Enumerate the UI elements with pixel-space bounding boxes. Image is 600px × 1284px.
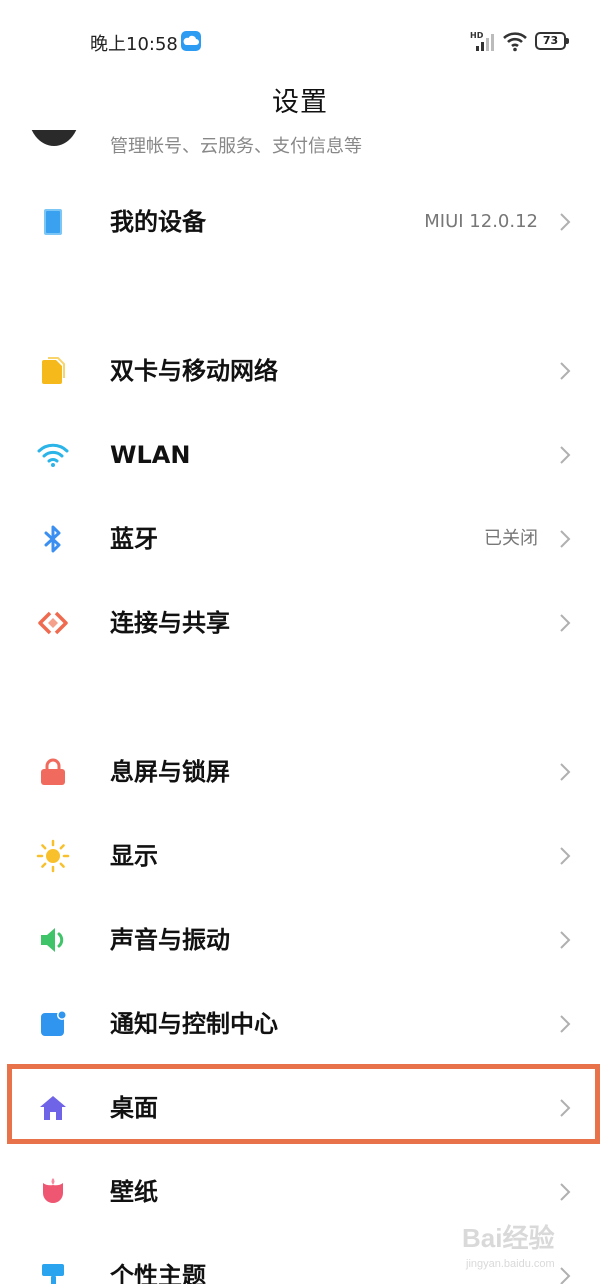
settings-item-label: WLAN	[110, 441, 191, 469]
settings-item-label: 桌面	[110, 1094, 158, 1122]
brush-icon	[36, 1259, 70, 1284]
settings-item-sim[interactable]: 双卡与移动网络	[0, 329, 600, 413]
settings-item-label: 壁纸	[110, 1178, 158, 1206]
settings-item-lockscreen[interactable]: 息屏与锁屏	[0, 730, 600, 814]
chevron-right-icon	[558, 1180, 572, 1204]
chevron-right-icon	[558, 760, 572, 784]
settings-item-my-device[interactable]: 我的设备 MIUI 12.0.12	[0, 180, 600, 264]
status-time: 晚上10:58	[90, 34, 178, 55]
home-icon	[36, 1091, 70, 1125]
chevron-right-icon	[558, 1096, 572, 1120]
settings-item-label: 息屏与锁屏	[110, 758, 230, 786]
avatar	[28, 130, 80, 146]
cellular-signal-icon: HD	[470, 30, 496, 52]
lock-icon	[36, 755, 70, 789]
connection-share-icon	[36, 606, 70, 640]
settings-item-label: 蓝牙	[110, 525, 158, 553]
watermark-logo: Bai经验	[462, 1223, 555, 1253]
settings-item-bluetooth[interactable]: 蓝牙 已关闭	[0, 497, 600, 581]
bluetooth-icon	[36, 522, 70, 556]
chevron-right-icon	[558, 443, 572, 467]
tulip-icon	[36, 1175, 70, 1209]
chevron-right-icon	[558, 1012, 572, 1036]
chevron-right-icon	[558, 928, 572, 952]
speaker-icon	[36, 923, 70, 957]
chevron-right-icon	[558, 844, 572, 868]
settings-item-label: 显示	[110, 842, 158, 870]
settings-item-label: 我的设备	[110, 208, 206, 236]
settings-item-label: 通知与控制中心	[110, 1010, 278, 1038]
cloud-icon	[181, 31, 201, 51]
settings-item-label: 双卡与移动网络	[110, 357, 278, 385]
chevron-right-icon	[558, 210, 572, 234]
tablet-icon	[36, 205, 70, 239]
wifi-status-icon	[502, 30, 528, 52]
settings-item-display[interactable]: 显示	[0, 814, 600, 898]
baidu-watermark: Bai经验 jingyan.baidu.com	[462, 1218, 592, 1276]
settings-item-connection[interactable]: 连接与共享	[0, 581, 600, 665]
status-bar: 晚上10:58 HD 73	[0, 0, 600, 80]
settings-item-label: 个性主题	[110, 1262, 206, 1284]
settings-item-home[interactable]: 桌面	[0, 1066, 600, 1150]
settings-item-sound[interactable]: 声音与振动	[0, 898, 600, 982]
settings-item-label: 连接与共享	[110, 609, 230, 637]
settings-item-label: 声音与振动	[110, 926, 230, 954]
settings-item-value: 已关闭	[484, 528, 538, 549]
sun-icon	[36, 839, 70, 873]
settings-item-notifications[interactable]: 通知与控制中心	[0, 982, 600, 1066]
page-title: 设置	[272, 87, 328, 118]
account-subtitle: 管理帐号、云服务、支付信息等	[110, 136, 362, 157]
battery-icon: 73	[535, 32, 569, 50]
notification-icon	[36, 1007, 70, 1041]
chevron-right-icon	[558, 359, 572, 383]
watermark-url: jingyan.baidu.com	[466, 1258, 555, 1270]
network-type-label: HD	[470, 31, 484, 40]
settings-item-wlan[interactable]: WLAN	[0, 413, 600, 497]
wifi-icon	[36, 438, 70, 472]
account-row[interactable]: 管理帐号、云服务、支付信息等	[0, 130, 600, 160]
settings-item-value: MIUI 12.0.12	[424, 211, 538, 232]
chevron-right-icon	[558, 527, 572, 551]
battery-level: 73	[535, 32, 566, 50]
sim-card-icon	[36, 354, 70, 388]
chevron-right-icon	[558, 611, 572, 635]
